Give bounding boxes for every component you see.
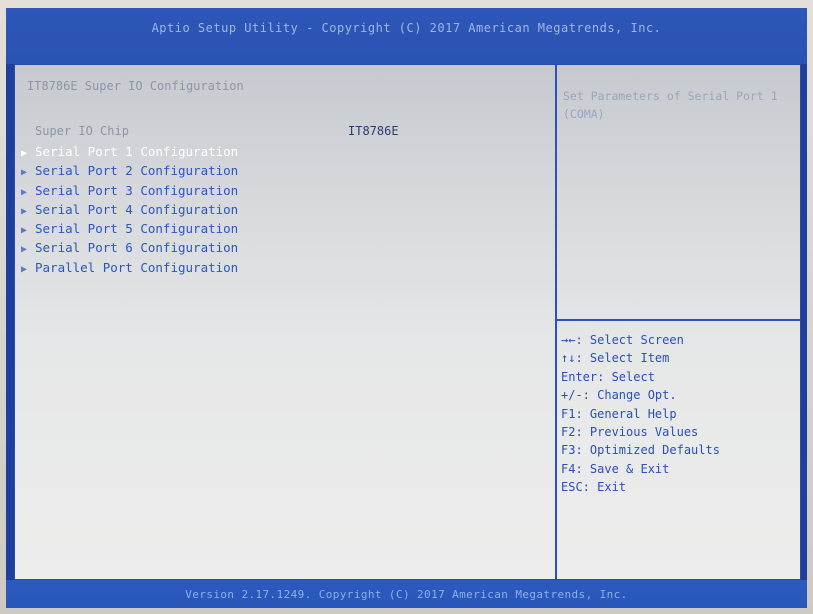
menu-item-label: Serial Port 6 Configuration <box>35 240 239 256</box>
submenu-arrow-icon: ▶ <box>21 148 28 159</box>
menu-item-serial-port-6[interactable]: ▶ Serial Port 6 Configuration <box>21 238 238 257</box>
menu-item-serial-port-1[interactable]: ▶ Serial Port 1 Configuration <box>21 142 238 161</box>
submenu-arrow-icon: ▶ <box>21 167 28 179</box>
key-previous-values: F2: Previous Values <box>561 424 699 439</box>
help-separator <box>557 319 800 321</box>
menu-item-label: Serial Port 5 Configuration <box>35 221 239 237</box>
menu-item-parallel-port[interactable]: ▶ Parallel Port Configuration <box>21 258 238 277</box>
version-text: Version 2.17.1249. Copyright (C) 2017 Am… <box>185 588 628 601</box>
key-legend: →←: Select Screen ↑↓: Select Item Enter:… <box>561 331 720 497</box>
menu-item-label: Parallel Port Configuration <box>35 259 239 275</box>
menu-item-label: Serial Port 2 Configuration <box>35 163 239 179</box>
key-enter-select: Enter: Select <box>561 369 655 384</box>
key-select-screen: →←: Select Screen <box>561 333 684 347</box>
menu-item-serial-port-3[interactable]: ▶ Serial Port 3 Configuration <box>21 181 238 200</box>
submenu-arrow-icon: ▶ <box>21 205 28 217</box>
menu-item-serial-port-4[interactable]: ▶ Serial Port 4 Configuration <box>21 200 238 219</box>
footer-bar: Version 2.17.1249. Copyright (C) 2017 Am… <box>6 580 807 608</box>
key-optimized-defaults: F3: Optimized Defaults <box>561 443 720 458</box>
main-panel: IT8786E Super IO Configuration Super IO … <box>14 64 801 580</box>
menu-item-label: Serial Port 3 Configuration <box>35 182 239 198</box>
submenu-arrow-icon: ▶ <box>21 225 28 237</box>
menu-item-label: Serial Port 4 Configuration <box>35 201 239 217</box>
bios-screen: Aptio Setup Utility - Copyright (C) 2017… <box>6 8 807 608</box>
key-save-exit: F4: Save & Exit <box>561 461 670 476</box>
title-bar: Aptio Setup Utility - Copyright (C) 2017… <box>6 8 807 64</box>
menu-item-serial-port-5[interactable]: ▶ Serial Port 5 Configuration <box>21 219 238 238</box>
menu-item-serial-port-2[interactable]: ▶ Serial Port 2 Configuration <box>21 161 238 180</box>
item-help-text: Set Parameters of Serial Port 1 (COMA) <box>563 89 778 121</box>
panel-divider <box>555 65 557 579</box>
super-io-chip-value: IT8786E <box>348 124 399 138</box>
page-title: IT8786E Super IO Configuration <box>27 79 244 93</box>
submenu-arrow-icon: ▶ <box>21 186 28 198</box>
key-general-help: F1: General Help <box>561 406 677 421</box>
super-io-chip-label: Super IO Chip <box>35 124 129 138</box>
menu-list: ▶ Serial Port 1 Configuration ▶ Serial Por… <box>21 142 238 277</box>
key-select-item: ↑↓: Select Item <box>561 351 670 366</box>
submenu-arrow-icon: ▶ <box>21 263 28 275</box>
key-change-opt: +/-: Change Opt. <box>561 388 677 403</box>
submenu-arrow-icon: ▶ <box>21 244 28 256</box>
key-esc-exit: ESC: Exit <box>561 480 627 495</box>
menu-item-label: Serial Port 1 Configuration <box>35 144 239 159</box>
title-text: Aptio Setup Utility - Copyright (C) 2017… <box>151 21 662 35</box>
